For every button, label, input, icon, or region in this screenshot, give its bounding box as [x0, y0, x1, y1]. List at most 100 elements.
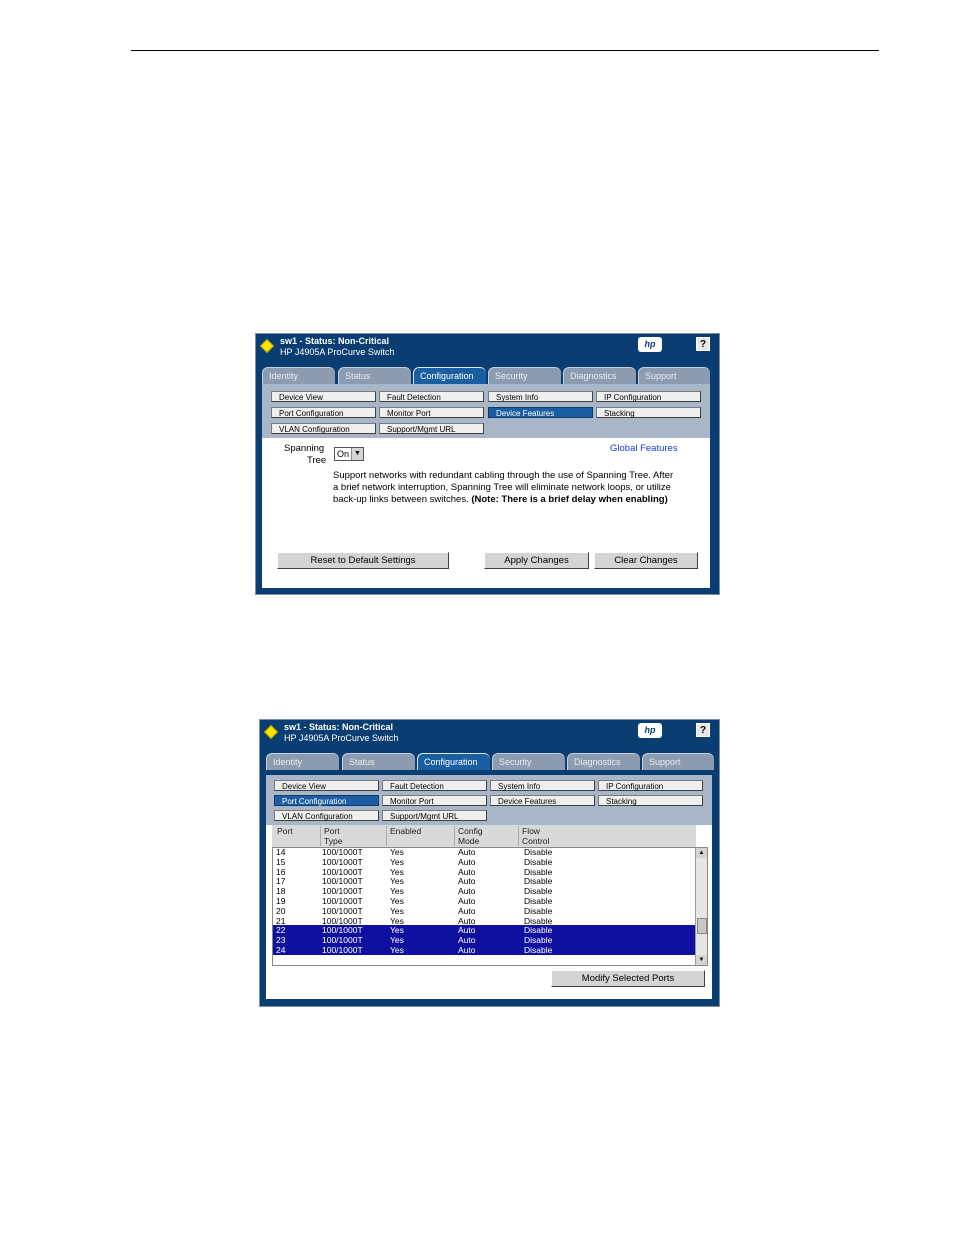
cell-flow: Disable — [524, 935, 553, 946]
column-header[interactable]: Port Type — [320, 826, 386, 846]
tab-diagnostics[interactable]: Diagnostics — [563, 367, 636, 384]
column-header-line: Flow — [522, 826, 540, 836]
hp-logo-icon: hp — [638, 337, 662, 352]
sub-navigation: Device View Fault Detection System Info IP … — [266, 775, 712, 825]
column-header[interactable]: Enabled — [386, 826, 454, 846]
cell-enabled: Yes — [390, 935, 404, 946]
tab-support[interactable]: Support — [638, 367, 710, 384]
subnav-monitor-port[interactable]: Monitor Port — [382, 795, 487, 806]
reset-default-button[interactable]: Reset to Default Settings — [277, 552, 449, 569]
column-header[interactable]: Port — [274, 826, 320, 846]
tab-identity[interactable]: Identity — [266, 753, 339, 770]
cell-enabled: Yes — [390, 945, 404, 955]
subnav-vlan-configuration[interactable]: VLAN Configuration — [274, 810, 379, 821]
cell-flow: Disable — [524, 876, 553, 887]
cell-mode: Auto — [458, 925, 476, 936]
subnav-stacking[interactable]: Stacking — [598, 795, 703, 806]
table-scrollbar[interactable]: ▲ ▼ — [695, 848, 707, 965]
scroll-down-icon[interactable]: ▼ — [696, 955, 707, 965]
cell-port: 22 — [276, 925, 286, 936]
table-row[interactable]: 19 100/1000T Yes Auto Disable — [273, 896, 695, 906]
subnav-port-configuration[interactable]: Port Configuration — [274, 795, 379, 806]
tab-security[interactable]: Security — [488, 367, 561, 384]
window-header: sw1 - Status: Non-Critical HP J4905A Pro… — [256, 334, 719, 360]
cell-mode: Auto — [458, 847, 476, 857]
cell-flow: Disable — [524, 866, 553, 877]
subnav-device-features[interactable]: Device Features — [490, 795, 595, 806]
table-row[interactable]: 21 100/1000T Yes Auto Disable — [273, 916, 695, 926]
cell-type: 100/1000T — [322, 925, 363, 936]
help-icon[interactable]: ? — [696, 337, 710, 351]
content-panel: Device View Fault Detection System Info IP … — [262, 384, 710, 588]
table-row[interactable]: 22 100/1000T Yes Auto Disable — [273, 925, 695, 936]
table-row[interactable]: 17 100/1000T Yes Auto Disable — [273, 876, 695, 886]
column-header-line: Mode — [458, 836, 480, 846]
cell-port: 14 — [276, 847, 286, 857]
subnav-device-features[interactable]: Device Features — [488, 407, 593, 418]
ports-table[interactable]: 24 100/1000T Yes Auto Disable 23 100/1000T Yes A… — [272, 847, 708, 966]
tab-identity[interactable]: Identity — [262, 367, 335, 384]
help-icon[interactable]: ? — [696, 723, 710, 737]
cell-flow: Disable — [524, 856, 553, 867]
subnav-monitor-port[interactable]: Monitor Port — [379, 407, 484, 418]
subnav-fault-detection[interactable]: Fault Detection — [379, 391, 484, 402]
subnav-ip-configuration[interactable]: IP Configuration — [596, 391, 701, 402]
spanning-tree-select[interactable]: On ▼ — [334, 447, 364, 461]
scroll-thumb[interactable] — [697, 918, 707, 934]
main-tabs: Identity Status Configuration Security Diagn… — [266, 753, 716, 770]
cell-enabled: Yes — [390, 866, 404, 877]
cell-flow: Disable — [524, 896, 553, 906]
subnav-ip-configuration[interactable]: IP Configuration — [598, 780, 703, 791]
table-row[interactable]: 23 100/1000T Yes Auto Disable — [273, 935, 695, 946]
clear-changes-button[interactable]: Clear Changes — [594, 552, 698, 569]
device-features-window: sw1 - Status: Non-Critical HP J4905A Pro… — [255, 333, 720, 595]
subnav-stacking[interactable]: Stacking — [596, 407, 701, 418]
cell-mode: Auto — [458, 866, 476, 877]
column-header[interactable]: Flow Control — [518, 826, 696, 846]
table-row[interactable]: 16 100/1000T Yes Auto Disable — [273, 867, 695, 877]
subnav-fault-detection[interactable]: Fault Detection — [382, 780, 487, 791]
global-features-label: Global Features — [610, 443, 678, 454]
apply-changes-button[interactable]: Apply Changes — [484, 552, 589, 569]
cell-flow: Disable — [524, 925, 553, 936]
column-header-line: Enabled — [390, 826, 422, 836]
column-header-line: Port — [324, 826, 340, 836]
tab-status[interactable]: Status — [342, 753, 415, 770]
scroll-up-icon[interactable]: ▲ — [696, 848, 707, 858]
tab-support[interactable]: Support — [642, 753, 714, 770]
subnav-vlan-configuration[interactable]: VLAN Configuration — [271, 423, 376, 434]
subnav-device-view[interactable]: Device View — [271, 391, 376, 402]
cell-port: 19 — [276, 896, 286, 906]
tab-status[interactable]: Status — [338, 367, 411, 384]
tab-configuration[interactable]: Configuration — [413, 367, 486, 384]
table-row[interactable]: 14 100/1000T Yes Auto Disable — [273, 847, 695, 857]
cell-port: 20 — [276, 905, 286, 916]
subnav-support-mgmt-url[interactable]: Support/Mgmt URL — [382, 810, 487, 821]
column-header[interactable]: Config Mode — [454, 826, 518, 846]
cell-flow: Disable — [524, 847, 553, 857]
table-row[interactable]: 24 100/1000T Yes Auto Disable — [273, 945, 695, 955]
cell-port: 21 — [276, 915, 286, 926]
desc-text: back-up links between switches. — [333, 494, 469, 505]
table-row[interactable]: 18 100/1000T Yes Auto Disable — [273, 886, 695, 896]
subnav-support-mgmt-url[interactable]: Support/Mgmt URL — [379, 423, 484, 434]
spanning-label: Spanning — [284, 443, 325, 454]
tab-diagnostics[interactable]: Diagnostics — [567, 753, 640, 770]
cell-flow: Disable — [524, 915, 553, 926]
cell-enabled: Yes — [390, 896, 404, 906]
column-header-line: Type — [324, 836, 343, 846]
subnav-device-view[interactable]: Device View — [274, 780, 379, 791]
tree-label: Tree — [307, 455, 327, 466]
subnav-port-configuration[interactable]: Port Configuration — [271, 407, 376, 418]
table-row[interactable]: 20 100/1000T Yes Auto Disable — [273, 906, 695, 916]
desc-note: (Note: There is a brief delay when enabl… — [471, 494, 668, 505]
modify-selected-ports-button[interactable]: Modify Selected Ports — [551, 970, 705, 987]
column-header-line: Control — [522, 836, 550, 846]
table-row[interactable]: 15 100/1000T Yes Auto Disable — [273, 857, 695, 867]
tab-configuration[interactable]: Configuration — [417, 753, 490, 770]
tab-security[interactable]: Security — [492, 753, 565, 770]
subnav-system-info[interactable]: System Info — [488, 391, 593, 402]
subnav-system-info[interactable]: System Info — [490, 780, 595, 791]
cell-flow: Disable — [524, 905, 553, 916]
cell-port: 18 — [276, 886, 286, 897]
